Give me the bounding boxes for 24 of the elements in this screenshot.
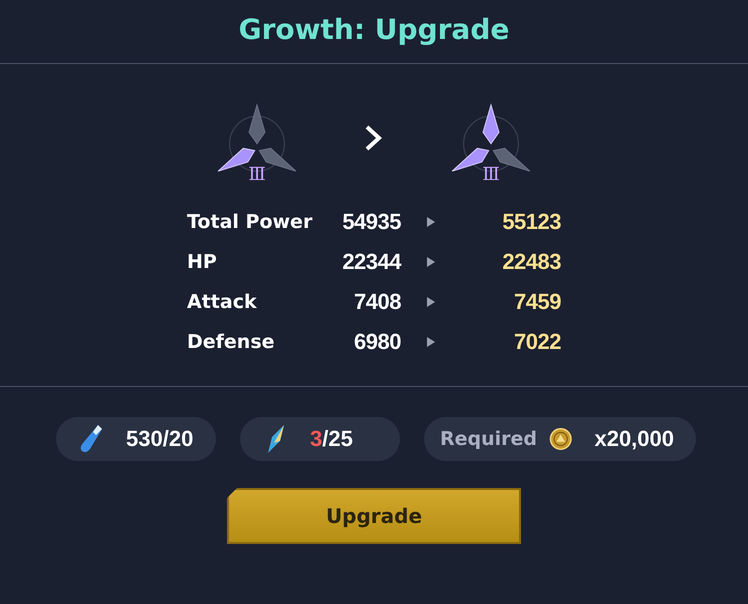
current-value: 22344 (341, 248, 401, 276)
triangle-right-icon (427, 217, 435, 227)
upgraded-value: 7022 (513, 328, 561, 356)
upgraded-value: 55123 (501, 208, 561, 236)
upgraded-value: 7459 (513, 288, 561, 316)
tier-numeral: Ⅲ (482, 166, 500, 184)
dialog-title: Growth: Upgrade (238, 12, 510, 48)
triangle-right-icon (427, 337, 435, 347)
cost-amount: x20,000 (594, 426, 674, 452)
stat-label: Defense (187, 330, 276, 355)
resource-count: 530/20 (126, 426, 194, 452)
upgraded-value: 22483 (501, 248, 561, 276)
upgrade-button[interactable]: Upgrade (227, 488, 521, 544)
current-value: 54935 (341, 208, 401, 236)
current-value: 7408 (353, 288, 401, 316)
tier-numeral: Ⅲ (248, 166, 266, 184)
required-label: Required (440, 428, 538, 450)
stat-label: Attack (187, 290, 258, 315)
stat-label: HP (187, 250, 218, 275)
current-value: 6980 (353, 328, 401, 356)
resource-count: 3/25 (310, 426, 353, 452)
triangle-right-icon (427, 257, 435, 267)
stat-label: Total Power (187, 210, 314, 235)
triangle-right-icon (427, 297, 435, 307)
